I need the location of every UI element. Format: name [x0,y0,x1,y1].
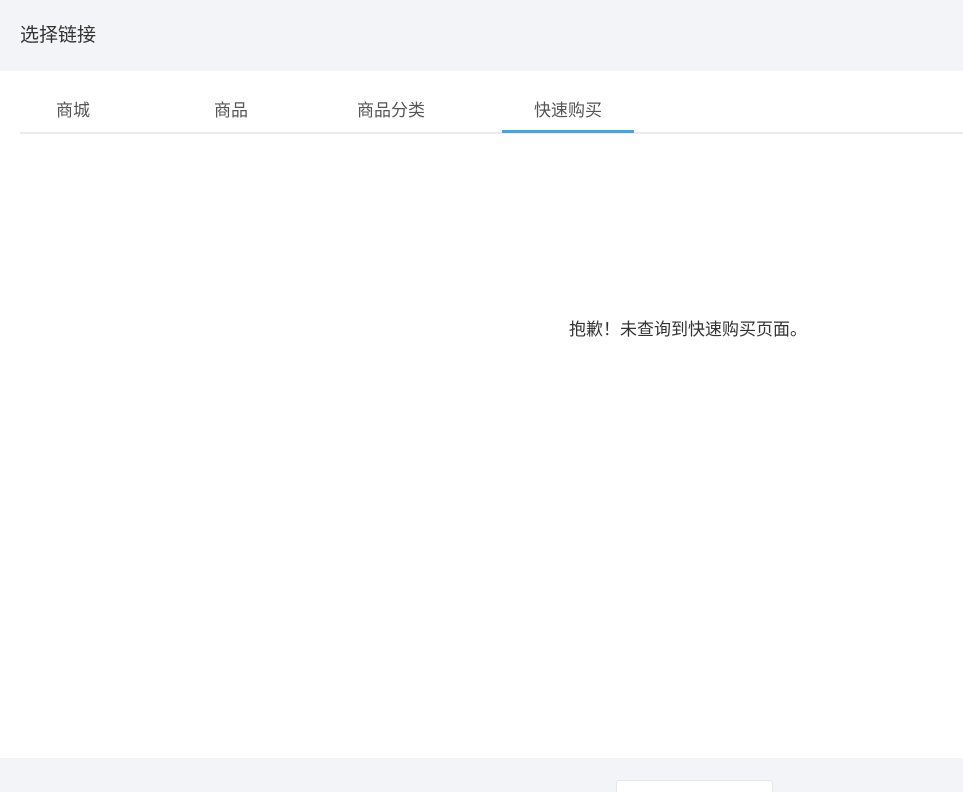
tab-mall[interactable]: 商城 [38,88,108,132]
tab-products[interactable]: 商品 [196,88,266,132]
dialog-header: 选择链接 [0,0,963,71]
link-select-dialog: 选择链接 商城 商品 商品分类 快速购买 抱歉！未查询到快速购买页面。 [0,0,963,792]
empty-state-message: 抱歉！未查询到快速购买页面。 [569,320,807,340]
tab-quick-buy[interactable]: 快速购买 [522,88,614,132]
active-tab-indicator [502,130,634,133]
tab-bar: 商城 商品 商品分类 快速购买 [20,88,963,134]
dialog-title: 选择链接 [20,24,97,46]
dialog-footer [0,758,963,792]
footer-button[interactable] [616,780,773,792]
tab-product-categories[interactable]: 商品分类 [348,88,434,132]
